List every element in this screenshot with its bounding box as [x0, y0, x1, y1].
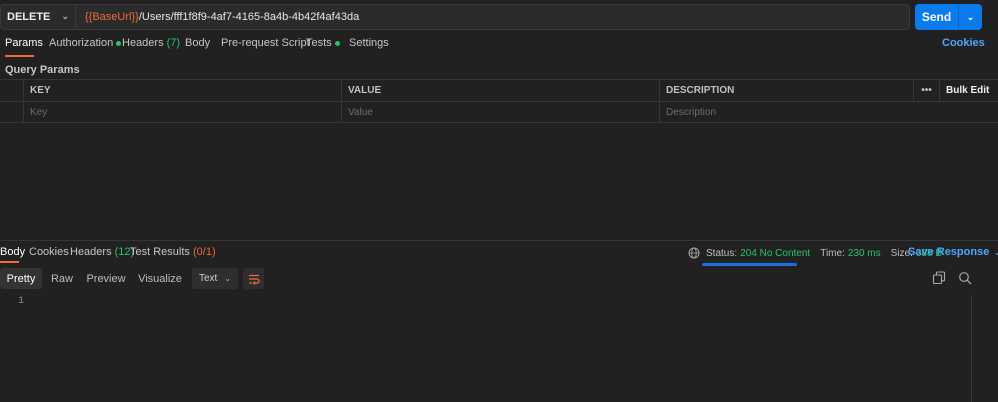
value-input[interactable]: Value [341, 102, 659, 123]
column-header-key: KEY [23, 80, 341, 101]
chevron-down-icon: ⌄ [224, 274, 231, 283]
preview-label: Preview [86, 272, 126, 285]
tab-params[interactable]: Params [5, 37, 43, 57]
query-params-label: Query Params [5, 64, 80, 76]
column-header-description: DESCRIPTION [659, 80, 913, 101]
resp-tab-cookies[interactable]: Cookies [29, 246, 69, 266]
visualize-label: Visualize [138, 272, 182, 285]
more-options-button[interactable]: ••• [913, 80, 939, 101]
resp-tab-test-results[interactable]: Test Results (0/1) [130, 246, 216, 266]
send-button[interactable]: Send ⌄ [915, 4, 982, 30]
raw-button[interactable]: Raw [44, 268, 80, 289]
status-dot-icon [116, 40, 122, 46]
format-label: Text [199, 273, 218, 284]
key-placeholder: Key [30, 107, 48, 118]
status-value[interactable]: 204 No Content [740, 248, 810, 259]
raw-label: Raw [50, 272, 73, 285]
request-tabs: Params Authorization Headers (7) Body Pr… [0, 37, 998, 57]
method-label: DELETE [7, 11, 51, 23]
chevron-down-icon: ⌄ [994, 248, 998, 257]
status-dot-icon [334, 40, 340, 46]
tab-headers-label: Headers [122, 37, 164, 49]
table-row: Key Value Description [0, 102, 998, 124]
description-placeholder: Description [666, 107, 717, 118]
tab-prerequest-label: Pre-request Script [221, 37, 310, 49]
search-icon[interactable] [958, 271, 972, 285]
chevron-down-icon: ⌄ [61, 11, 69, 21]
response-divider[interactable] [0, 240, 998, 241]
table-header-row: KEY VALUE DESCRIPTION ••• Bulk Edit [0, 80, 998, 102]
format-select[interactable]: Text ⌄ [192, 268, 238, 289]
column-header-description-label: DESCRIPTION [666, 85, 735, 96]
wrap-lines-icon [248, 274, 260, 285]
active-tab-indicator [0, 261, 19, 263]
column-header-value-label: VALUE [348, 85, 382, 96]
description-input[interactable]: Description [659, 102, 998, 123]
key-input[interactable]: Key [23, 102, 341, 123]
more-icon: ••• [921, 85, 932, 96]
tab-authorization[interactable]: Authorization [49, 37, 122, 57]
cookies-link[interactable]: Cookies [942, 37, 985, 49]
test-results-count: (0/1) [192, 246, 216, 258]
tab-settings-label: Settings [349, 37, 389, 49]
time-value[interactable]: 230 ms [848, 248, 881, 259]
resp-tab-headers-label: Headers [70, 246, 112, 258]
bulk-edit-label: Bulk Edit [946, 85, 990, 96]
chevron-down-icon[interactable]: ⌄ [959, 12, 982, 23]
headers-count: (7) [166, 37, 181, 49]
params-table: KEY VALUE DESCRIPTION ••• Bulk Edit Key … [0, 79, 998, 123]
tab-tests[interactable]: Tests [306, 37, 340, 57]
method-select[interactable]: DELETE ⌄ [1, 5, 76, 29]
tab-tests-label: Tests [306, 37, 332, 49]
send-label: Send [915, 4, 959, 30]
save-response-label: Save Response [908, 246, 990, 258]
resp-tab-body[interactable]: Body [0, 246, 25, 263]
status-highlight-bar [702, 263, 797, 266]
url-input[interactable]: {{BaseUrl}}/Users/fff1f8f9-4af7-4165-8a4… [85, 5, 359, 29]
tab-body-label: Body [185, 37, 211, 49]
tab-prerequest-script[interactable]: Pre-request Script [221, 37, 310, 57]
resp-tab-test-results-label: Test Results [130, 246, 190, 258]
status-label: Status: [706, 247, 738, 259]
column-header-key-label: KEY [30, 85, 51, 96]
save-response-button[interactable]: Save Response ⌄ [908, 246, 998, 258]
tab-body[interactable]: Body [185, 37, 210, 57]
tab-headers[interactable]: Headers (7) [122, 37, 180, 57]
tab-authorization-label: Authorization [49, 37, 114, 49]
response-status: Status: 204 No Content Time: 230 ms Size… [688, 246, 942, 260]
pretty-label: Pretty [6, 272, 36, 285]
url-variable: {{BaseUrl}} [85, 11, 139, 23]
globe-icon[interactable] [688, 247, 700, 259]
column-header-value: VALUE [341, 80, 659, 101]
visualize-button[interactable]: Visualize [134, 268, 186, 289]
resp-tab-body-label: Body [0, 246, 26, 258]
resp-tab-cookies-label: Cookies [29, 246, 69, 258]
pretty-button[interactable]: Pretty [0, 268, 42, 289]
bulk-edit-button[interactable]: Bulk Edit [939, 80, 998, 101]
preview-button[interactable]: Preview [84, 268, 128, 289]
editor-scrollbar[interactable] [971, 295, 972, 402]
resp-tab-headers[interactable]: Headers (12) [70, 246, 134, 266]
value-placeholder: Value [348, 107, 373, 118]
copy-icon[interactable] [932, 271, 946, 285]
tab-settings[interactable]: Settings [349, 37, 389, 57]
active-tab-indicator [5, 55, 34, 57]
time-label: Time: [820, 247, 845, 259]
tab-params-label: Params [5, 37, 43, 49]
url-path: /Users/fff1f8f9-4af7-4165-8a4b-4b42f4af4… [138, 11, 360, 23]
url-bar: DELETE ⌄ {{BaseUrl}}/Users/fff1f8f9-4af7… [0, 4, 910, 30]
wrap-lines-button[interactable] [243, 268, 264, 289]
line-number: 1 [18, 296, 25, 307]
